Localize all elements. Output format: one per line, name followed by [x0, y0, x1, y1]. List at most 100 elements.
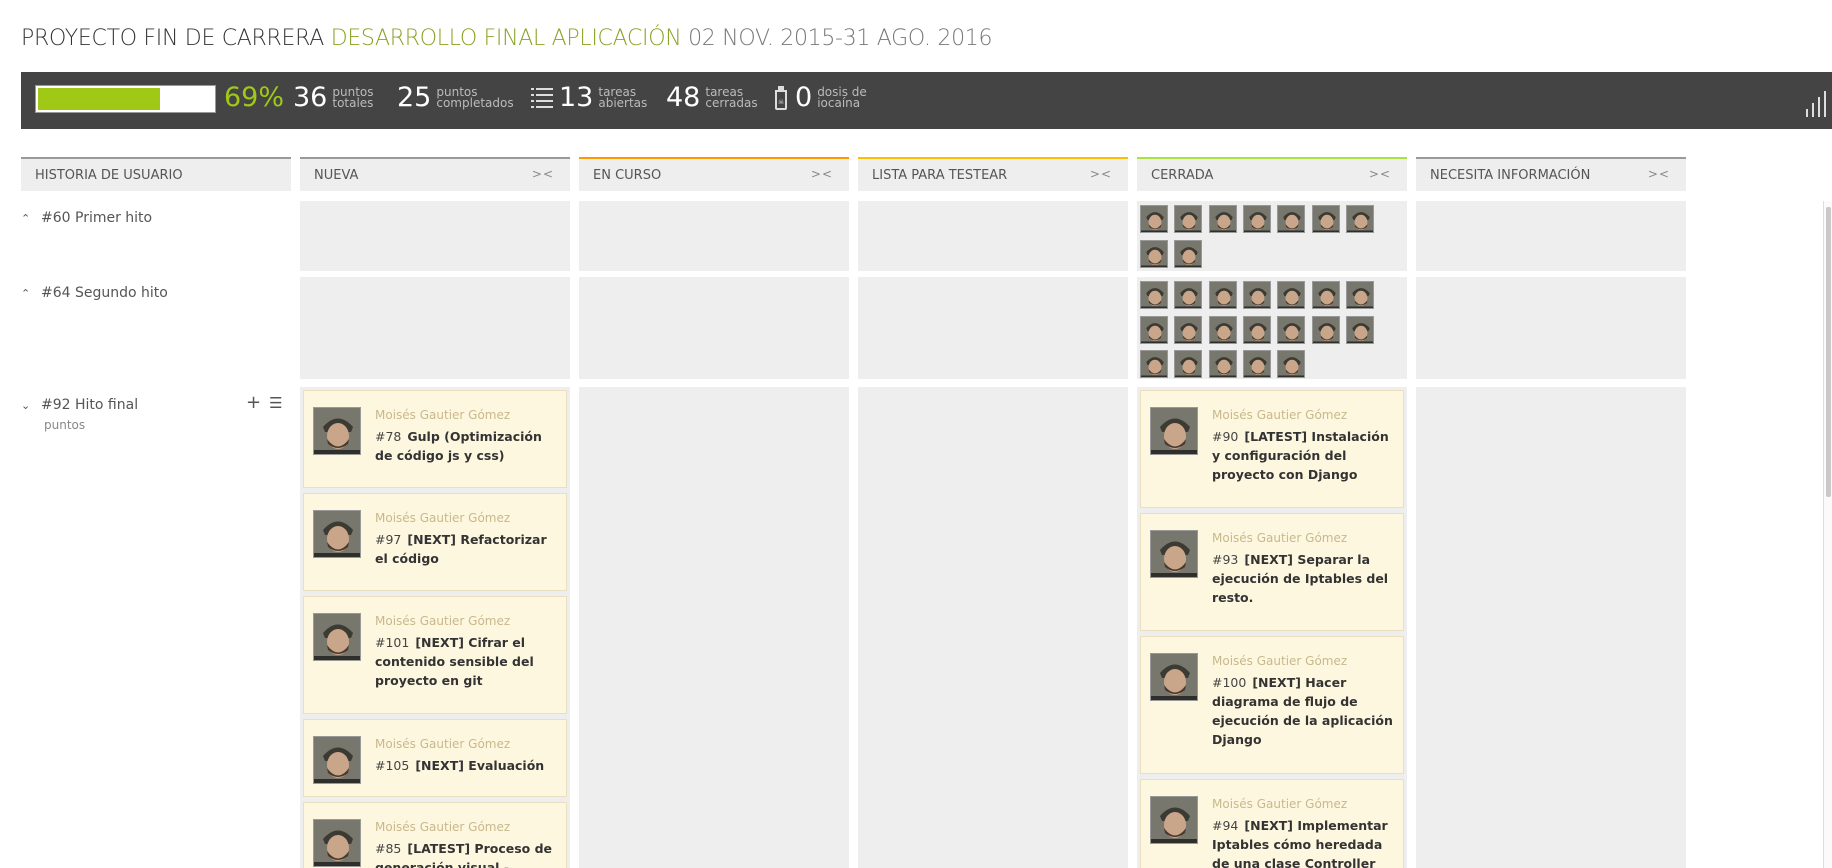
- task-card[interactable]: Moisés Gautier Gómez #97 [NEXT] Refactoriz…: [303, 493, 567, 591]
- task-ref[interactable]: #85: [375, 841, 401, 856]
- collapse-icon[interactable]: ⌄: [21, 399, 41, 412]
- task-card[interactable]: Moisés Gautier Gómez #85 [LATEST] Proceso …: [303, 802, 567, 868]
- task-avatar[interactable]: [1345, 315, 1374, 344]
- fold-column-icon[interactable]: ><: [1369, 167, 1391, 181]
- assignee-avatar[interactable]: [313, 819, 361, 867]
- task-avatar[interactable]: [1277, 205, 1306, 233]
- userstory-title[interactable]: #92 Hito final: [41, 397, 138, 413]
- task-assignee[interactable]: Moisés Gautier Gómez: [1212, 531, 1347, 545]
- task-card[interactable]: Moisés Gautier Gómez #78 Gulp (Optimizació…: [303, 390, 567, 488]
- userstory-title[interactable]: #64 Segundo hito: [41, 285, 168, 301]
- task-ref[interactable]: #101: [375, 635, 409, 650]
- fold-column-icon[interactable]: ><: [1090, 167, 1112, 181]
- assignee-avatar[interactable]: [313, 407, 361, 455]
- task-avatar[interactable]: [1277, 281, 1306, 309]
- task-avatar[interactable]: [1174, 239, 1203, 268]
- assignee-avatar[interactable]: [313, 736, 361, 784]
- add-task-icon[interactable]: +: [246, 394, 261, 412]
- task-ref[interactable]: #100: [1212, 675, 1246, 690]
- task-avatar[interactable]: [1208, 350, 1237, 378]
- task-assignee[interactable]: Moisés Gautier Gómez: [375, 614, 510, 628]
- userstory-title[interactable]: #60 Primer hito: [41, 210, 152, 226]
- task-assignee[interactable]: Moisés Gautier Gómez: [375, 408, 510, 422]
- task-title[interactable]: #105 [NEXT] Evaluación: [375, 756, 559, 775]
- task-ref[interactable]: #105: [375, 758, 409, 773]
- task-card[interactable]: Moisés Gautier Gómez #90 [LATEST] Instalac…: [1140, 390, 1404, 508]
- assignee-avatar[interactable]: [313, 613, 361, 661]
- task-avatar[interactable]: [1345, 281, 1374, 309]
- task-avatar[interactable]: [1277, 350, 1306, 378]
- assignee-avatar[interactable]: [1150, 407, 1198, 455]
- task-card[interactable]: Moisés Gautier Gómez #101 [NEXT] Cifrar el…: [303, 596, 567, 714]
- vertical-scrollbar[interactable]: [1823, 201, 1832, 868]
- task-assignee[interactable]: Moisés Gautier Gómez: [1212, 797, 1347, 811]
- assignee-avatar[interactable]: [1150, 653, 1198, 701]
- task-avatar[interactable]: [1242, 281, 1271, 309]
- task-title[interactable]: #94 [NEXT] Implementar Iptables cómo here…: [1212, 816, 1396, 868]
- task-avatar[interactable]: [1345, 205, 1374, 233]
- expand-collapse-icon[interactable]: ⌃: [21, 212, 41, 225]
- task-card[interactable]: Moisés Gautier Gómez #100 [NEXT] Hacer dia…: [1140, 636, 1404, 774]
- task-avatar[interactable]: [1277, 315, 1306, 344]
- task-avatar[interactable]: [1174, 350, 1203, 378]
- task-title[interactable]: #78 Gulp (Optimización de código js y css…: [375, 427, 559, 465]
- task-ref[interactable]: #78: [375, 429, 401, 444]
- task-avatar[interactable]: [1242, 350, 1271, 378]
- fold-column-icon[interactable]: ><: [1648, 167, 1670, 181]
- task-avatar[interactable]: [1174, 205, 1203, 233]
- project-name[interactable]: PROYECTO FIN DE CARRERA: [21, 26, 324, 51]
- task-avatar[interactable]: [1242, 315, 1271, 344]
- task-avatar[interactable]: [1208, 281, 1237, 309]
- assignee-avatar[interactable]: [1150, 796, 1198, 844]
- task-ref[interactable]: #90: [1212, 429, 1238, 444]
- task-card[interactable]: Moisés Gautier Gómez #105 [NEXT] Evaluació…: [303, 719, 567, 797]
- task-title[interactable]: #97 [NEXT] Refactorizar el código: [375, 530, 559, 568]
- task-title[interactable]: #85 [LATEST] Proceso de generación visual…: [375, 839, 559, 868]
- task-avatar[interactable]: [1140, 350, 1168, 378]
- burndown-graph-toggle-icon[interactable]: [1806, 91, 1826, 117]
- task-assignee[interactable]: Moisés Gautier Gómez: [1212, 654, 1347, 668]
- expand-collapse-icon[interactable]: ⌃: [21, 287, 41, 300]
- assignee-avatar[interactable]: [313, 510, 361, 558]
- cell-ready-for-test: [858, 277, 1128, 379]
- task-assignee[interactable]: Moisés Gautier Gómez: [375, 820, 510, 834]
- userstory-row-92[interactable]: ⌄ #92 Hito final: [21, 397, 138, 413]
- task-ref[interactable]: #93: [1212, 552, 1238, 567]
- task-title[interactable]: #100 [NEXT] Hacer diagrama de flujo de ej…: [1212, 673, 1396, 749]
- fold-column-icon[interactable]: ><: [532, 167, 554, 181]
- fold-column-icon[interactable]: ><: [811, 167, 833, 181]
- task-assignee[interactable]: Moisés Gautier Gómez: [375, 737, 510, 751]
- task-subject[interactable]: [NEXT] Implementar Iptables cómo heredad…: [1212, 818, 1388, 868]
- task-subject[interactable]: [LATEST] Instalación y configuración del…: [1212, 429, 1389, 482]
- task-title[interactable]: #93 [NEXT] Separar la ejecución de Iptabl…: [1212, 550, 1396, 607]
- task-avatar[interactable]: [1140, 205, 1168, 233]
- task-avatar[interactable]: [1311, 281, 1340, 309]
- task-ref[interactable]: #97: [375, 532, 401, 547]
- task-avatar[interactable]: [1242, 205, 1271, 233]
- scrollbar-thumb[interactable]: [1826, 207, 1831, 497]
- task-card[interactable]: Moisés Gautier Gómez #93 [NEXT] Separar la…: [1140, 513, 1404, 631]
- userstory-row-64[interactable]: ⌃ #64 Segundo hito: [21, 285, 168, 301]
- task-subject[interactable]: [LATEST] Proceso de generación visual - …: [375, 841, 552, 868]
- task-avatar[interactable]: [1140, 281, 1168, 309]
- task-title[interactable]: #90 [LATEST] Instalación y configuración …: [1212, 427, 1396, 484]
- task-avatar[interactable]: [1311, 205, 1340, 233]
- task-avatar[interactable]: [1208, 205, 1237, 233]
- task-avatar[interactable]: [1140, 239, 1168, 268]
- task-subject[interactable]: [NEXT] Separar la ejecución de Iptables …: [1212, 552, 1388, 605]
- task-avatar[interactable]: [1140, 315, 1168, 344]
- task-assignee[interactable]: Moisés Gautier Gómez: [1212, 408, 1347, 422]
- task-assignee[interactable]: Moisés Gautier Gómez: [375, 511, 510, 525]
- task-avatar[interactable]: [1174, 315, 1203, 344]
- sprint-dates: 02 NOV. 2015-31 AGO. 2016: [688, 26, 993, 51]
- bulk-add-tasks-icon[interactable]: ☰: [269, 396, 282, 411]
- assignee-avatar[interactable]: [1150, 530, 1198, 578]
- task-ref[interactable]: #94: [1212, 818, 1238, 833]
- task-title[interactable]: #101 [NEXT] Cifrar el contenido sensible …: [375, 633, 559, 690]
- task-subject[interactable]: [NEXT] Evaluación: [415, 758, 544, 773]
- task-avatar[interactable]: [1174, 281, 1203, 309]
- task-avatar[interactable]: [1208, 315, 1237, 344]
- task-card[interactable]: Moisés Gautier Gómez #94 [NEXT] Implementa…: [1140, 779, 1404, 868]
- task-avatar[interactable]: [1311, 315, 1340, 344]
- userstory-row-60[interactable]: ⌃ #60 Primer hito: [21, 210, 152, 226]
